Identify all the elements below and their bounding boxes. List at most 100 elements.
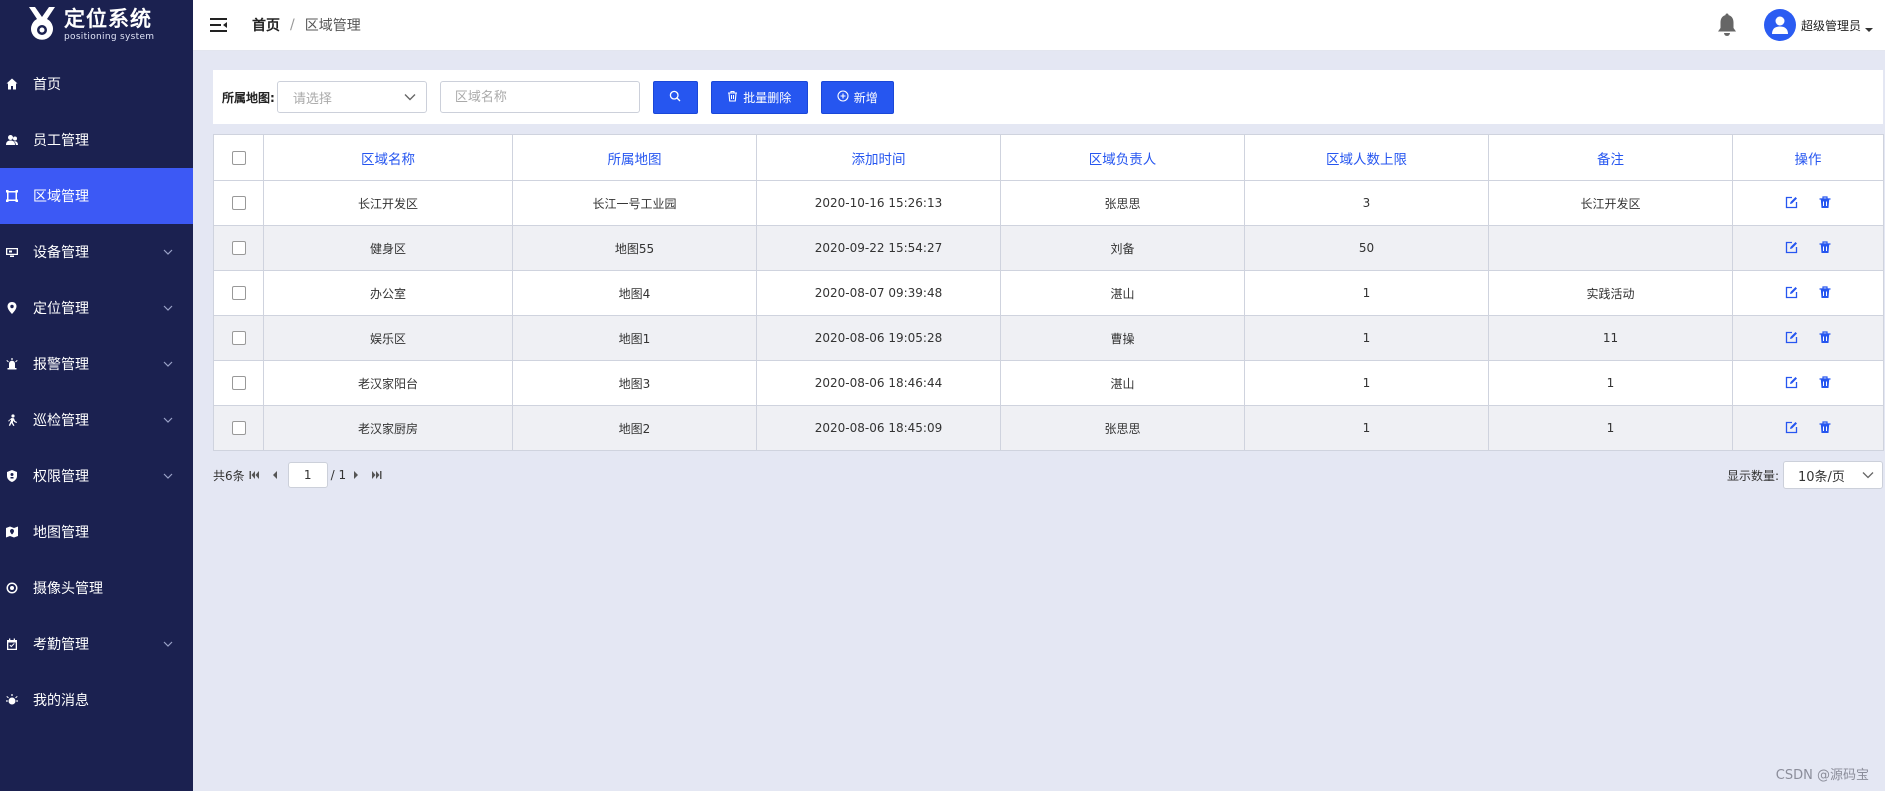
cell-actions <box>1732 180 1884 226</box>
cell-map: 长江一号工业园 <box>512 180 757 226</box>
map-select[interactable]: 请选择 <box>276 81 427 113</box>
watermark: CSDN @源码宝 <box>1775 768 1869 783</box>
cell-limit: 50 <box>1244 225 1489 271</box>
sidebar-item-3[interactable]: 设备管理 <box>0 224 193 280</box>
cell-note: 1 <box>1488 405 1733 451</box>
map-icon <box>5 525 19 539</box>
sidebar-item-7[interactable]: 权限管理 <box>0 448 193 504</box>
sidebar-item-11[interactable]: 我的消息 <box>0 672 193 728</box>
delete-icon[interactable] <box>1817 239 1833 255</box>
sidebar-item-label: 设备管理 <box>33 245 89 261</box>
cell-actions <box>1732 225 1884 271</box>
sidebar-item-8[interactable]: 地图管理 <box>0 504 193 560</box>
sidebar-item-label: 权限管理 <box>33 469 89 485</box>
caret-down-icon[interactable] <box>1865 22 1873 32</box>
row-checkbox[interactable] <box>231 241 246 256</box>
table-row[interactable]: 长江开发区 长江一号工业园 2020-10-16 15:26:13 张思思 3 长江开发区 <box>213 180 1884 226</box>
sidebar-item-10[interactable]: 考勤管理 <box>0 616 193 672</box>
cell-limit: 1 <box>1244 270 1489 316</box>
collapse-menu-icon[interactable] <box>210 17 228 33</box>
cell-note: 1 <box>1488 360 1733 406</box>
user-name[interactable]: 超级管理员 <box>1801 17 1861 34</box>
chevron-down-icon <box>163 301 173 311</box>
map-filter-label: 所属地图: <box>222 90 275 105</box>
table-row[interactable]: 老汉家厨房 地图2 2020-08-06 18:45:09 张思思 1 1 <box>213 405 1884 451</box>
row-checkbox[interactable] <box>231 376 246 391</box>
cell-map: 地图55 <box>512 225 757 271</box>
breadcrumb-home[interactable]: 首页 <box>252 15 280 35</box>
row-checkbox[interactable] <box>231 196 246 211</box>
page-number-input[interactable] <box>287 462 328 488</box>
table-row[interactable]: 娱乐区 地图1 2020-08-06 19:05:28 曹操 1 11 <box>213 315 1884 361</box>
cell-map: 地图2 <box>512 405 757 451</box>
next-page-icon[interactable] <box>350 469 362 481</box>
sidebar-item-2[interactable]: 区域管理 <box>0 168 193 224</box>
table-row[interactable]: 老汉家阳台 地图3 2020-08-06 18:46:44 湛山 1 1 <box>213 360 1884 406</box>
area-name-input[interactable] <box>439 81 640 113</box>
delete-icon[interactable] <box>1817 329 1833 345</box>
sidebar-item-0[interactable]: 首页 <box>0 56 193 112</box>
delete-icon[interactable] <box>1817 284 1833 300</box>
prev-page-icon[interactable] <box>269 469 281 481</box>
column-header[interactable]: 添加时间 <box>756 134 1001 181</box>
cell-owner: 湛山 <box>1000 270 1245 316</box>
breadcrumb: 首页 / 区域管理 <box>252 15 361 35</box>
edit-icon[interactable] <box>1783 419 1799 435</box>
sidebar-item-4[interactable]: 定位管理 <box>0 280 193 336</box>
sidebar-item-label: 定位管理 <box>33 301 89 317</box>
select-all-checkbox[interactable] <box>231 150 246 165</box>
row-checkbox[interactable] <box>231 331 246 346</box>
logo[interactable]: 定位系统 positioning system <box>0 0 193 51</box>
last-page-icon[interactable] <box>370 469 382 481</box>
column-header[interactable]: 区域名称 <box>263 134 513 181</box>
search-icon <box>669 90 681 105</box>
chevron-down-icon <box>404 90 416 105</box>
sidebar-item-label: 考勤管理 <box>33 637 89 653</box>
message-icon <box>5 693 19 707</box>
cell-actions <box>1732 315 1884 361</box>
column-header[interactable]: 区域负责人 <box>1000 134 1245 181</box>
first-page-icon[interactable] <box>249 469 261 481</box>
edit-icon[interactable] <box>1783 329 1799 345</box>
table-row[interactable]: 办公室 地图4 2020-08-07 09:39:48 湛山 1 实践活动 <box>213 270 1884 316</box>
logo-subtitle: positioning system <box>64 32 155 42</box>
cell-name: 娱乐区 <box>263 315 513 361</box>
delete-icon[interactable] <box>1817 419 1833 435</box>
row-checkbox[interactable] <box>231 421 246 436</box>
add-button[interactable]: 新增 <box>820 80 894 114</box>
area-table: 区域名称 所属地图 添加时间 区域负责人 区域人数上限 备注 操作 长江开发区长… <box>213 134 1884 451</box>
edit-icon[interactable] <box>1783 194 1799 210</box>
shield-icon <box>5 469 19 483</box>
search-button[interactable] <box>652 80 698 114</box>
sidebar-item-6[interactable]: 巡检管理 <box>0 392 193 448</box>
sidebar-item-1[interactable]: 员工管理 <box>0 112 193 168</box>
cell-time: 2020-08-06 18:45:09 <box>756 405 1001 451</box>
delete-icon[interactable] <box>1817 374 1833 390</box>
cell-limit: 1 <box>1244 315 1489 361</box>
avatar[interactable] <box>1763 9 1796 41</box>
map-select-placeholder: 请选择 <box>292 91 332 107</box>
sidebar-item-label: 摄像头管理 <box>33 581 103 597</box>
cell-time: 2020-08-07 09:39:48 <box>756 270 1001 316</box>
page-size-label: 显示数量: <box>1726 468 1779 483</box>
delete-icon[interactable] <box>1817 194 1833 210</box>
column-header[interactable]: 区域人数上限 <box>1244 134 1489 181</box>
cell-note <box>1488 225 1733 271</box>
row-checkbox[interactable] <box>231 286 246 301</box>
sidebar-item-9[interactable]: 摄像头管理 <box>0 560 193 616</box>
column-header[interactable]: 备注 <box>1488 134 1733 181</box>
column-header[interactable]: 所属地图 <box>512 134 757 181</box>
sidebar-item-5[interactable]: 报警管理 <box>0 336 193 392</box>
sidebar: 定位系统 positioning system 首页 员工管理 区域管理设备管理定位… <box>0 0 193 791</box>
patrol-icon <box>5 413 19 427</box>
edit-icon[interactable] <box>1783 284 1799 300</box>
page-size-select[interactable]: 10条/页 <box>1783 461 1883 489</box>
cell-limit: 1 <box>1244 405 1489 451</box>
table-row[interactable]: 健身区 地图55 2020-09-22 15:54:27 刘备 50 <box>213 225 1884 271</box>
edit-icon[interactable] <box>1783 239 1799 255</box>
edit-icon[interactable] <box>1783 374 1799 390</box>
bell-icon[interactable] <box>1716 13 1738 37</box>
device-icon <box>5 245 19 259</box>
logo-icon <box>26 5 58 47</box>
batch-delete-button[interactable]: 批量删除 <box>710 80 808 114</box>
